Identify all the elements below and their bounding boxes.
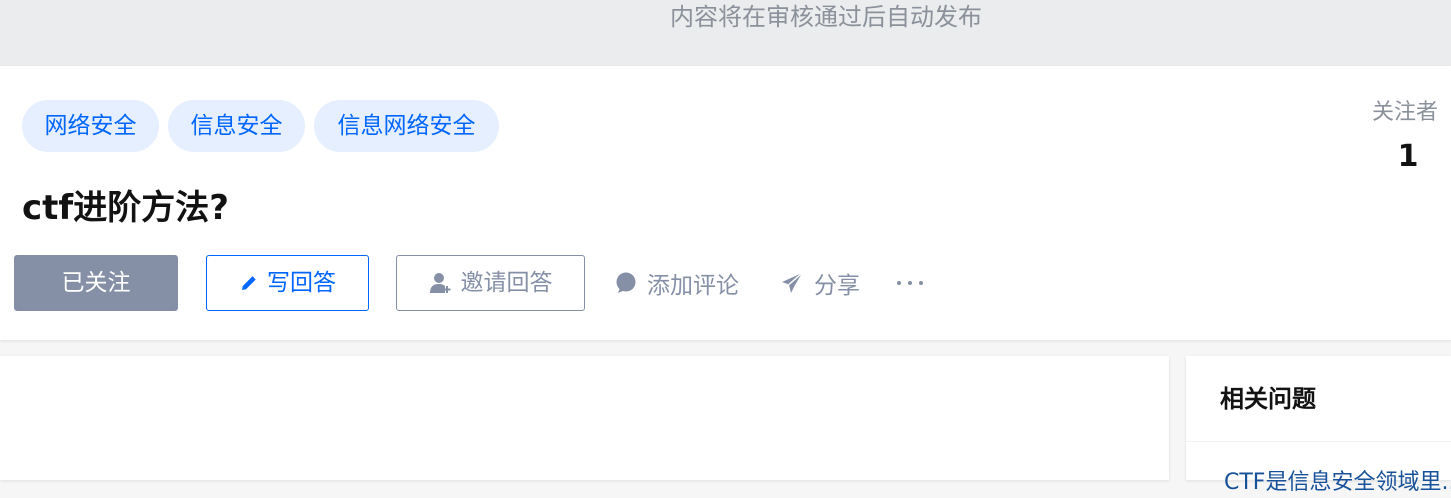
pencil-icon — [239, 273, 259, 293]
answers-panel — [0, 356, 1169, 480]
write-answer-button[interactable]: 写回答 — [206, 255, 369, 311]
topic-tag-information-network-security[interactable]: 信息网络安全 — [314, 100, 499, 152]
more-actions-button[interactable] — [896, 255, 924, 311]
topic-tag-information-security[interactable]: 信息安全 — [168, 100, 305, 152]
add-user-icon — [429, 271, 453, 295]
divider — [1186, 441, 1451, 442]
add-comment-button[interactable]: 添加评论 — [615, 255, 739, 311]
add-comment-label: 添加评论 — [647, 273, 739, 299]
followers-count[interactable]: 1 — [1372, 140, 1444, 174]
question-header: 网络安全 信息安全 信息网络安全 关注者 1 ctf进阶方法? 已关注 写回答 … — [0, 66, 1451, 340]
followers-label: 关注者 — [1372, 100, 1439, 125]
question-title: ctf进阶方法? — [22, 188, 229, 228]
share-label: 分享 — [814, 273, 860, 299]
related-question-link[interactable]: CTF是信息安全领域里... — [1224, 468, 1451, 498]
followed-button-label: 已关注 — [61, 270, 131, 296]
share-button[interactable]: 分享 — [780, 255, 860, 311]
invite-answer-button[interactable]: 邀请回答 — [396, 255, 585, 311]
topic-tag-network-security[interactable]: 网络安全 — [22, 100, 159, 152]
related-questions-panel: 相关问题 CTF是信息安全领域里... — [1186, 356, 1451, 495]
followed-button[interactable]: 已关注 — [14, 255, 178, 311]
comment-bubble-icon — [615, 272, 637, 294]
write-answer-label: 写回答 — [267, 270, 336, 296]
related-questions-title: 相关问题 — [1220, 385, 1316, 413]
paper-plane-icon — [780, 271, 804, 295]
invite-answer-label: 邀请回答 — [460, 270, 553, 296]
review-notice: 内容将在审核通过后自动发布 — [670, 3, 982, 31]
more-dots-icon — [896, 271, 924, 295]
review-banner: 内容将在审核通过后自动发布 — [0, 0, 1451, 66]
